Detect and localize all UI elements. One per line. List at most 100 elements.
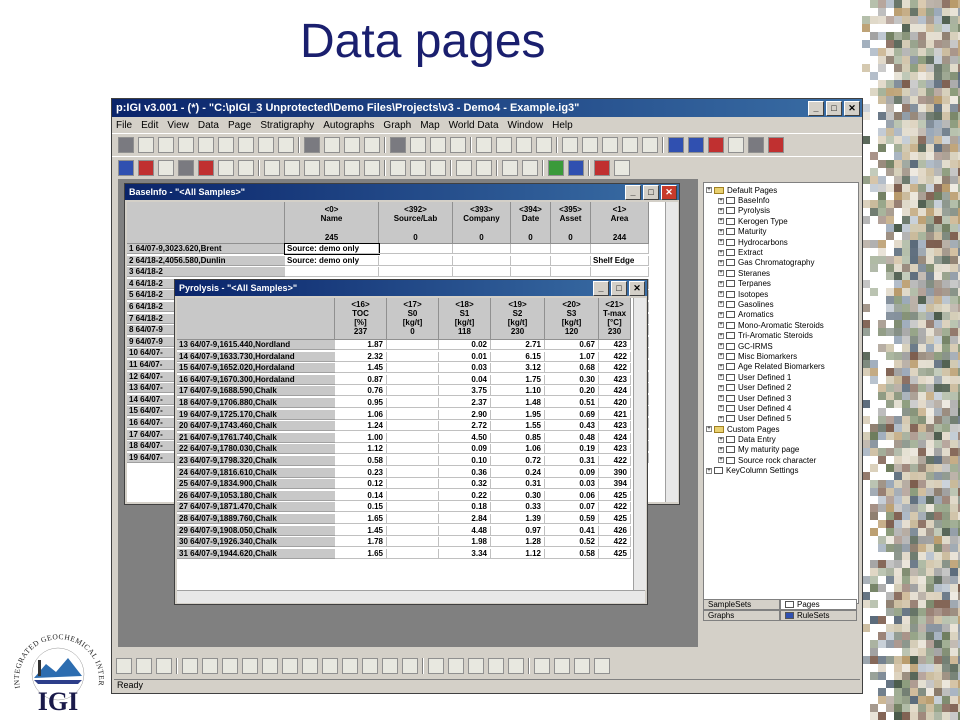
pyrolysis-row-label[interactable]: 27 64/07-9,1871.470,Chalk (177, 502, 335, 513)
toolbar-button[interactable] (390, 160, 406, 176)
toolbar-button[interactable] (238, 137, 254, 153)
toolbar-button[interactable] (344, 160, 360, 176)
baseinfo-cell[interactable] (379, 267, 453, 278)
pyrolysis-cell[interactable]: 1.95 (491, 409, 545, 420)
pyrolysis-cell[interactable]: 0.58 (545, 548, 599, 559)
toolbar-button[interactable] (534, 658, 550, 674)
toolbar-button[interactable] (488, 658, 504, 674)
pyrolysis-cell[interactable]: 0.09 (545, 467, 599, 478)
tree-item-data-entry[interactable]: + Data Entry (704, 434, 858, 444)
baseinfo-cell[interactable] (591, 244, 649, 254)
tree-item-extract[interactable]: + Extract (704, 247, 858, 257)
pyrolysis-row-label[interactable]: 31 64/07-9,1944.620,Chalk (177, 548, 335, 559)
menu-file[interactable]: File (116, 120, 132, 131)
menu-page[interactable]: Page (228, 120, 251, 131)
pyrolysis-row-label[interactable]: 21 64/07-9,1761.740,Chalk (177, 432, 335, 443)
pyrolysis-cell[interactable]: 0.15 (335, 502, 387, 513)
toolbar-button[interactable] (198, 160, 214, 176)
pyrolysis-row-label[interactable]: 20 64/07-9,1743.460,Chalk (177, 421, 335, 432)
pyrolysis-cell[interactable]: 0.85 (491, 432, 545, 443)
pyrolysis-cell[interactable]: 4.48 (439, 525, 491, 536)
toolbar-button[interactable] (508, 658, 524, 674)
pyrolysis-cell[interactable]: 1.24 (335, 421, 387, 432)
baseinfo-cell[interactable] (453, 244, 511, 254)
pyrolysis-cell[interactable]: 1.65 (335, 548, 387, 559)
toolbar-button[interactable] (198, 137, 214, 153)
toolbar-button[interactable] (138, 160, 154, 176)
toolbar-button[interactable] (390, 137, 406, 153)
tree-item-keycolumn-settings[interactable]: + KeyColumn Settings (704, 466, 858, 476)
pyrolysis-cell[interactable] (387, 490, 439, 501)
baseinfo-cell[interactable] (453, 267, 511, 278)
maximize-button[interactable]: □ (826, 100, 842, 116)
toolbar-button[interactable] (158, 137, 174, 153)
pyrolysis-cell[interactable]: 0.19 (545, 444, 599, 455)
tree-item-isotopes[interactable]: + Isotopes (704, 289, 858, 299)
pyrolysis-cell[interactable]: 422 (599, 351, 631, 362)
tree-folder-default-pages[interactable]: + Default Pages (704, 185, 858, 195)
pyrolysis-cell[interactable] (387, 456, 439, 466)
pyrolysis-cell[interactable]: 3.75 (439, 386, 491, 397)
tree-item-user-defined-3[interactable]: + User Defined 3 (704, 393, 858, 403)
pyrolysis-cell[interactable]: 1.06 (335, 409, 387, 420)
pyrolysis-row-label[interactable]: 19 64/07-9,1725.170,Chalk (177, 409, 335, 420)
pyrolysis-window[interactable]: Pyrolysis - "<All Samples>" _ □ ✕ <16> TO… (174, 279, 648, 605)
expander-icon[interactable]: + (718, 197, 724, 204)
toolbar-button[interactable] (554, 658, 570, 674)
toolbar-button[interactable] (622, 137, 638, 153)
toolbar-button[interactable] (322, 658, 338, 674)
pyrolysis-column-header[interactable]: <16> TOC [%] 237 (335, 298, 387, 340)
pyrolysis-cell[interactable]: 422 (599, 537, 631, 548)
baseinfo-cell[interactable] (511, 255, 551, 266)
expander-icon[interactable]: + (718, 343, 724, 350)
pyrolysis-cell[interactable]: 1.45 (335, 525, 387, 536)
expander-icon[interactable]: + (718, 374, 724, 381)
toolbar-button[interactable] (324, 160, 340, 176)
pyrolysis-row-label[interactable]: 22 64/07-9,1780.030,Chalk (177, 444, 335, 455)
pyrolysis-cell[interactable]: 2.32 (335, 351, 387, 362)
pyrolysis-cell[interactable]: 0.41 (545, 525, 599, 536)
pyrolysis-cell[interactable]: 0.18 (439, 502, 491, 513)
pyrolysis-cell[interactable]: 0.12 (335, 479, 387, 490)
baseinfo-cell[interactable] (379, 255, 453, 266)
pyrolysis-cell[interactable]: 1.75 (491, 374, 545, 385)
pyrolysis-cell[interactable] (387, 467, 439, 478)
toolbar-button[interactable] (594, 658, 610, 674)
menu-map[interactable]: Map (420, 120, 439, 131)
toolbar-button[interactable] (278, 137, 294, 153)
pyrolysis-cell[interactable]: 1.55 (491, 421, 545, 432)
pyrolysis-cell[interactable]: 0.07 (545, 502, 599, 513)
pyrolysis-cell[interactable]: 0.52 (545, 537, 599, 548)
toolbar-button[interactable] (342, 658, 358, 674)
menu-world-data[interactable]: World Data (449, 120, 499, 131)
toolbar-button[interactable] (568, 160, 584, 176)
pyrolysis-row-label[interactable]: 14 64/07-9,1633.730,Hordaland (177, 351, 335, 362)
pyrolysis-row-label[interactable]: 16 64/07-9,1670.300,Hordaland (177, 374, 335, 385)
toolbar-button[interactable] (430, 160, 446, 176)
pyrolysis-cell[interactable]: 394 (599, 479, 631, 490)
pyrolysis-column-header[interactable]: <20> S3 [kg/t] 120 (545, 298, 599, 340)
pyrolysis-cell[interactable]: 1.10 (491, 386, 545, 397)
menu-autographs[interactable]: Autographs (323, 120, 374, 131)
expander-icon[interactable]: + (718, 301, 724, 308)
pyrolysis-cell[interactable]: 0.01 (439, 351, 491, 362)
expander-icon[interactable]: + (718, 280, 724, 287)
pyrolysis-row-label[interactable]: 28 64/07-9,1889.760,Chalk (177, 514, 335, 524)
toolbar-button[interactable] (410, 137, 426, 153)
pyrolysis-minimize-button[interactable]: _ (593, 280, 609, 296)
toolbar-button[interactable] (448, 658, 464, 674)
toolbar-button[interactable] (182, 658, 198, 674)
pyrolysis-cell[interactable]: 2.37 (439, 398, 491, 408)
baseinfo-close-button[interactable]: ✕ (661, 184, 677, 200)
pyrolysis-cell[interactable]: 0.23 (335, 467, 387, 478)
toolbar-button[interactable] (708, 137, 724, 153)
menu-view[interactable]: View (167, 120, 189, 131)
tree-item-source-rock-character[interactable]: + Source rock character (704, 455, 858, 465)
pyrolysis-cell[interactable] (387, 351, 439, 362)
toolbar-button[interactable] (496, 137, 512, 153)
pyrolysis-column-header[interactable]: <18> S1 [kg/t] 118 (439, 298, 491, 340)
pyrolysis-cell[interactable]: 0.67 (545, 340, 599, 350)
pyrolysis-close-button[interactable]: ✕ (629, 280, 645, 296)
pyrolysis-cell[interactable]: 1.28 (491, 537, 545, 548)
pyrolysis-cell[interactable]: 1.98 (439, 537, 491, 548)
